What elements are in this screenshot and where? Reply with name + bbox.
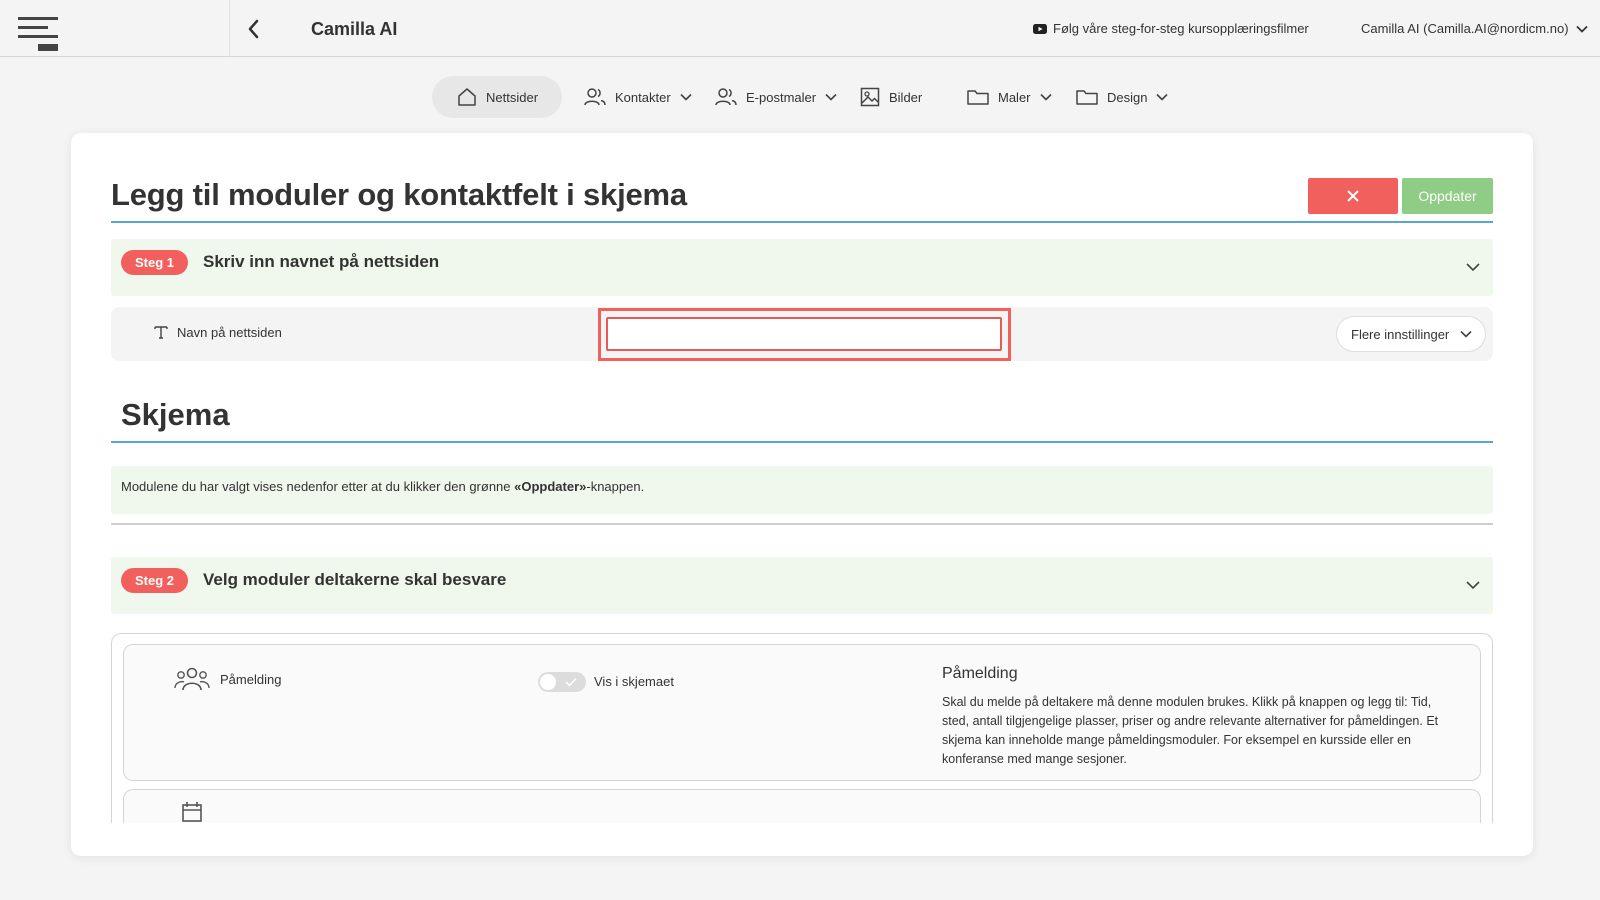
toggle-label: Vis i skjemaet xyxy=(594,674,674,689)
module-description: Skal du melde på deltakere må denne modu… xyxy=(942,695,1439,766)
sidebar-toggle-area xyxy=(0,0,230,57)
more-settings-button[interactable]: Flere innstillinger xyxy=(1336,316,1486,352)
chevron-down-icon xyxy=(1156,93,1169,101)
step-badge: Steg 1 xyxy=(121,250,189,275)
info-text-bold: «Oppdater» xyxy=(514,479,587,494)
title-divider xyxy=(111,221,1493,223)
user-name: Camilla AI (Camilla.AI@nordicm.no) xyxy=(1361,21,1569,36)
chevron-down-icon xyxy=(680,93,692,101)
nav-label: Bilder xyxy=(889,89,923,105)
nav-item-nettsider[interactable]: Nettsider xyxy=(432,76,563,118)
step-badge: Steg 2 xyxy=(121,568,189,593)
chevron-down-icon xyxy=(825,93,837,101)
text-icon xyxy=(154,326,168,339)
image-icon xyxy=(860,87,880,107)
chevron-down-icon[interactable] xyxy=(1465,261,1481,273)
nav-item-kontakter[interactable]: Kontakter xyxy=(583,76,693,118)
chevron-down-icon xyxy=(1039,93,1052,101)
schema-info-box: Modulene du har valgt vises nedenfor ett… xyxy=(111,466,1493,514)
module-card-next xyxy=(123,789,1481,823)
show-in-form-toggle[interactable] xyxy=(538,672,586,692)
update-button[interactable]: Oppdater xyxy=(1402,178,1493,214)
menu-icon[interactable] xyxy=(18,17,58,53)
youtube-icon xyxy=(1033,23,1047,34)
users-icon xyxy=(584,88,606,106)
website-name-label: Navn på nettsiden xyxy=(153,324,282,340)
module-label: Påmelding xyxy=(220,672,282,687)
tutorial-videos-label: Følg våre steg-for-steg kursopplæringsfi… xyxy=(1053,21,1309,36)
app-title: Camilla AI xyxy=(311,19,398,39)
form-editor-card: Legg til moduler og kontaktfelt i skjema… xyxy=(71,133,1533,856)
users-icon xyxy=(715,88,737,106)
check-icon xyxy=(565,677,577,687)
nav-label: Maler xyxy=(998,89,1031,105)
nav-item-bilder[interactable]: Bilder xyxy=(859,76,922,118)
step-2-header[interactable]: Steg 2 Velg moduler deltakerne skal besv… xyxy=(111,557,1493,614)
chevron-down-icon[interactable] xyxy=(1465,579,1481,591)
step-1-header[interactable]: Steg 1 Skriv inn navnet på nettsiden xyxy=(111,239,1493,296)
calendar-icon xyxy=(182,802,202,822)
module-heading: Påmelding xyxy=(942,665,1018,682)
nav-label: Nettsider xyxy=(486,89,539,105)
close-icon xyxy=(1347,190,1359,202)
main-nav: Nettsider Kontakter E-postmaler Bilder M… xyxy=(0,76,1600,118)
website-name-input[interactable] xyxy=(606,317,1002,351)
step-title: Velg moduler deltakerne skal besvare xyxy=(203,570,507,589)
home-icon xyxy=(458,88,476,106)
group-icon xyxy=(174,667,210,691)
tutorial-videos-link[interactable]: Følg våre steg-for-steg kursopplæringsfi… xyxy=(1033,21,1309,36)
nav-item-design[interactable]: Design xyxy=(1075,76,1169,118)
nav-item-e-postmaler[interactable]: E-postmaler xyxy=(714,76,838,118)
module-card-pamelding: Påmelding Vis i skjemaet Påmelding Skal … xyxy=(123,644,1481,781)
nav-item-maler[interactable]: Maler xyxy=(966,76,1053,118)
section-divider xyxy=(111,523,1493,525)
modules-list: Påmelding Vis i skjemaet Påmelding Skal … xyxy=(111,633,1493,823)
chevron-down-icon xyxy=(1460,330,1472,338)
toggle-knob xyxy=(540,674,556,690)
nav-label: Design xyxy=(1107,89,1148,105)
nav-label: Kontakter xyxy=(615,89,671,105)
info-text: Modulene du har valgt vises nedenfor ett… xyxy=(121,479,515,494)
info-text-suffix: -knappen. xyxy=(586,479,645,494)
user-menu[interactable]: Camilla AI (Camilla.AI@nordicm.no) xyxy=(1361,21,1589,36)
field-label-text: Navn på nettsiden xyxy=(177,324,282,340)
nav-label: E-postmaler xyxy=(746,89,817,105)
folder-icon xyxy=(967,90,989,105)
close-button[interactable] xyxy=(1308,178,1398,214)
page-title: Legg til moduler og kontaktfelt i skjema xyxy=(111,177,687,212)
schema-title: Skjema xyxy=(121,397,230,432)
folder-icon xyxy=(1076,90,1098,105)
more-settings-label: Flere innstillinger xyxy=(1351,326,1450,342)
step-title: Skriv inn navnet på nettsiden xyxy=(203,252,440,271)
schema-divider xyxy=(111,441,1493,443)
top-bar: Camilla AI Følg våre steg-for-steg kurso… xyxy=(0,0,1600,57)
back-arrow-icon[interactable] xyxy=(244,18,264,40)
chevron-down-icon xyxy=(1575,25,1588,33)
